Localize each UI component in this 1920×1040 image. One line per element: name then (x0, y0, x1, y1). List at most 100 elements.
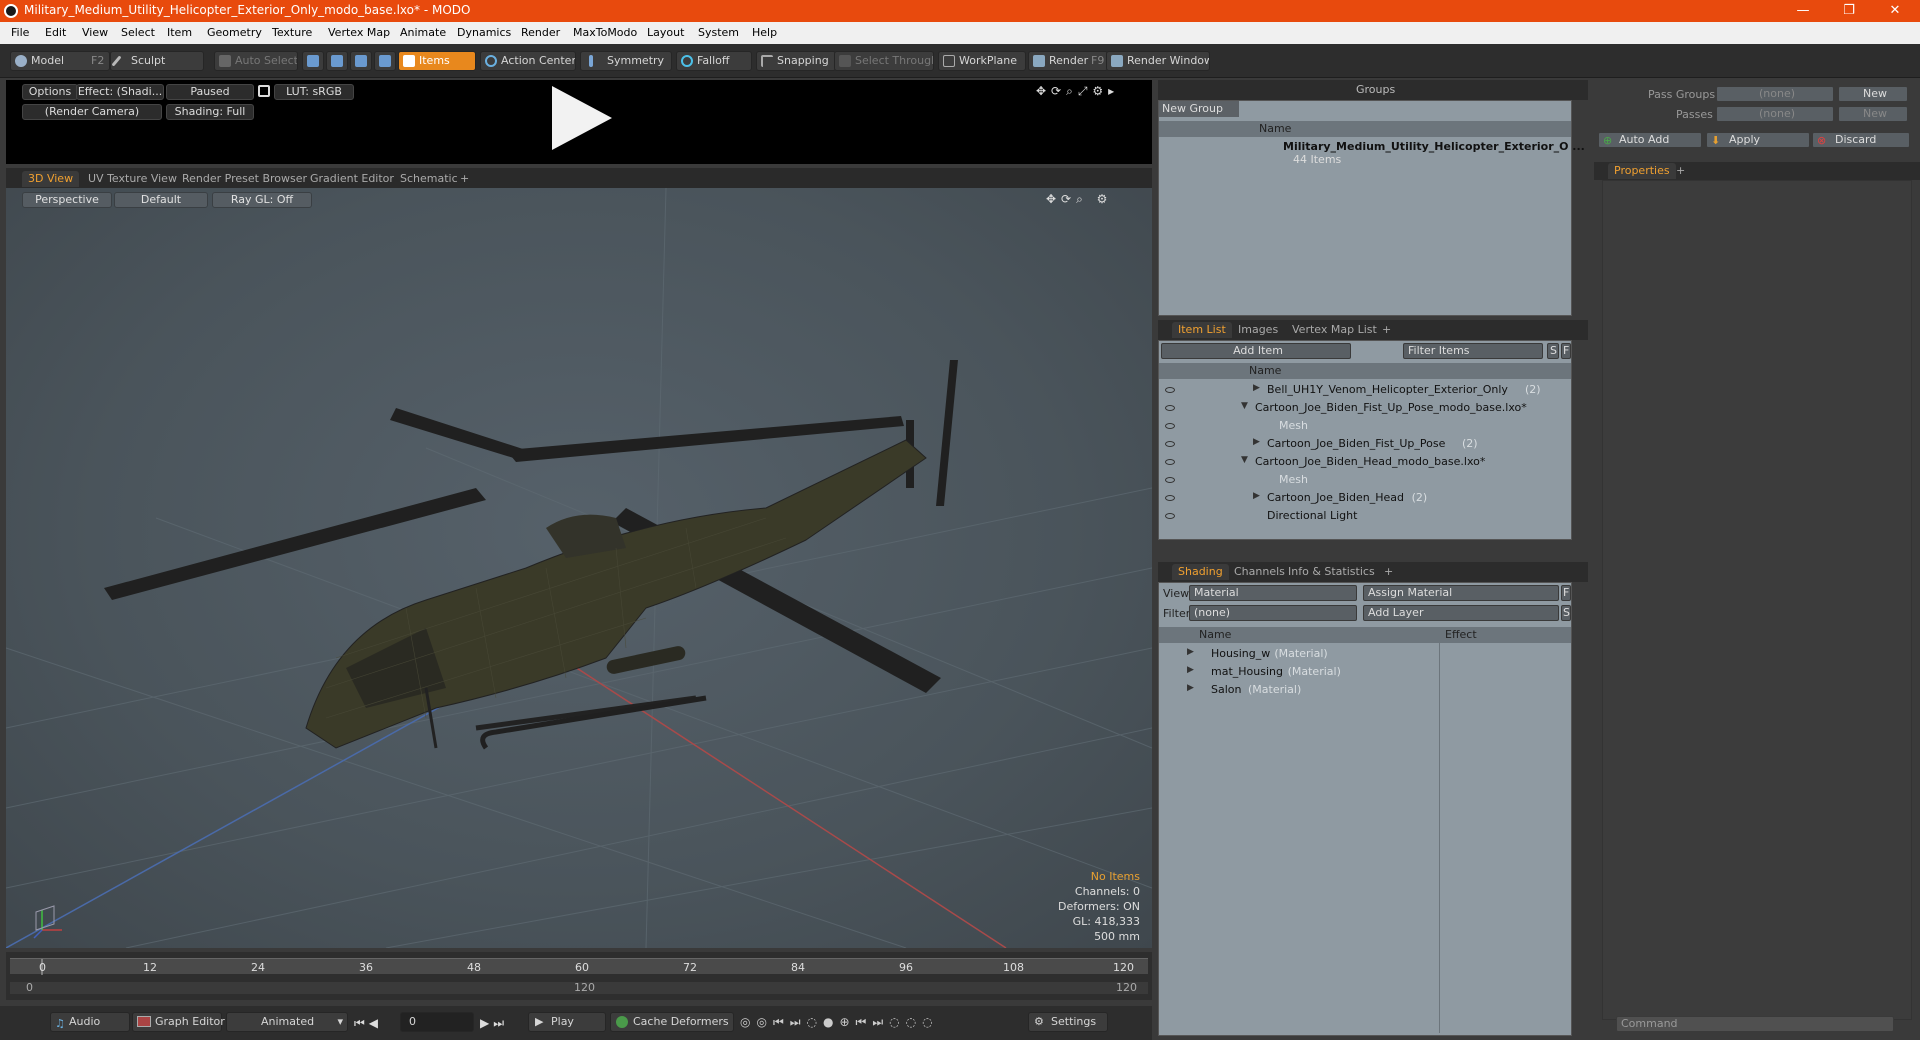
preview-options-button[interactable]: Options (22, 84, 78, 100)
tab-render-preset-browser[interactable]: Render Preset Browser (176, 171, 313, 187)
pass-groups-dropdown[interactable]: (none) (1716, 86, 1834, 102)
assign-material-button[interactable]: Assign Material (1363, 585, 1559, 601)
cache-deformers-button[interactable]: Cache Deformers (610, 1012, 734, 1032)
visibility-eye-icon[interactable] (1165, 405, 1175, 411)
symmetry-button[interactable]: Symmetry (580, 51, 672, 71)
settings-button[interactable]: ⚙ Settings (1028, 1012, 1108, 1032)
item-list-row[interactable]: Directional Light (1159, 507, 1571, 525)
tab-vertex-map-list[interactable]: Vertex Map List (1286, 322, 1383, 338)
lock-icon[interactable] (258, 85, 270, 97)
item-list-row[interactable]: ▼ Cartoon_Joe_Biden_Head_modo_base.lxo* (1159, 453, 1571, 471)
expand-down-icon[interactable]: ▼ (1241, 401, 1248, 411)
shading-row[interactable]: ▶ Housing_w (Material) (1159, 645, 1571, 663)
minimize-button[interactable]: — (1780, 1, 1826, 21)
item-list-row[interactable]: Mesh (1159, 471, 1571, 489)
shading-row[interactable]: ▶ mat_Housing (Material) (1159, 663, 1571, 681)
lut-dropdown[interactable]: LUT: sRGB (274, 84, 354, 100)
preview-paused-button[interactable]: Paused (166, 84, 254, 100)
auto-add-button[interactable]: ⊕ Auto Add (1598, 132, 1702, 148)
animated-dropdown[interactable]: Animated ▾ (226, 1012, 348, 1032)
menu-select[interactable]: Select (121, 26, 155, 39)
menu-maxtomodo[interactable]: MaxToModo (573, 26, 637, 39)
menu-render[interactable]: Render (521, 26, 560, 39)
add-tab-button[interactable]: + (1378, 564, 1399, 580)
tab-info-statistics[interactable]: Info & Statistics (1282, 564, 1381, 580)
expand-right-icon[interactable]: ▶ (1253, 491, 1260, 501)
visibility-eye-icon[interactable] (1165, 459, 1175, 465)
add-tab-button[interactable]: + (1670, 163, 1691, 179)
preview-effect-dropdown[interactable]: Effect: (Shadi... (76, 84, 164, 100)
frame-field[interactable]: 0 (400, 1012, 474, 1032)
timeline[interactable]: 0 12 24 36 48 60 72 84 96 108 120 0 120 … (6, 952, 1152, 1000)
new-pass-button[interactable]: New (1838, 106, 1908, 122)
tab-3d-view[interactable]: 3D View (22, 171, 80, 187)
visibility-eye-icon[interactable] (1165, 423, 1175, 429)
tab-item-list[interactable]: Item List (1172, 322, 1232, 338)
visibility-eye-icon[interactable] (1165, 441, 1175, 447)
tab-uv-texture-view[interactable]: UV Texture View (82, 171, 183, 187)
render-camera-dropdown[interactable]: (Render Camera) (22, 104, 162, 120)
edges-mode-button[interactable] (326, 51, 348, 71)
menu-texture[interactable]: Texture (272, 26, 312, 39)
preview-view-controls[interactable]: ✥⟳⌕⤢⚙▸ (1036, 84, 1146, 98)
timeline-range-bar[interactable]: 0 120 120 (10, 981, 1148, 994)
menu-edit[interactable]: Edit (45, 26, 66, 39)
next-key-controls[interactable]: ▶⏭ (480, 1016, 508, 1031)
command-input[interactable]: Command (1616, 1016, 1894, 1032)
model-mode-button[interactable]: Model F2 (10, 51, 110, 71)
materials-mode-button[interactable] (374, 51, 396, 71)
falloff-button[interactable]: Falloff (676, 51, 752, 71)
item-list-row[interactable]: ▶ Bell_UH1Y_Venom_Helicopter_Exterior_Onl… (1159, 381, 1571, 399)
3d-viewport[interactable]: Perspective Default Ray GL: Off ✥⟳⌕ ⚙ No… (6, 188, 1152, 948)
render-window-button[interactable]: Render Window (1106, 51, 1210, 71)
visibility-eye-icon[interactable] (1165, 387, 1175, 393)
item-list-row[interactable]: ▶ Cartoon_Joe_Biden_Head (2) (1159, 489, 1571, 507)
close-button[interactable]: ✕ (1872, 1, 1918, 21)
graph-editor-button[interactable]: Graph Editor (132, 1012, 225, 1032)
add-tab-button[interactable]: + (1376, 322, 1397, 338)
tab-shading[interactable]: Shading (1172, 564, 1229, 580)
expand-right-icon[interactable]: ▶ (1187, 683, 1194, 693)
menu-layout[interactable]: Layout (647, 26, 684, 39)
expand-right-icon[interactable]: ▶ (1253, 383, 1260, 393)
expand-right-icon[interactable]: ▶ (1187, 647, 1194, 657)
item-list-row[interactable]: ▼ Cartoon_Joe_Biden_Fist_Up_Pose_modo_bas… (1159, 399, 1571, 417)
menu-geometry[interactable]: Geometry (207, 26, 262, 39)
expand-right-icon[interactable]: ▶ (1187, 665, 1194, 675)
f-toggle[interactable]: F (1561, 585, 1571, 601)
menu-dynamics[interactable]: Dynamics (457, 26, 511, 39)
key-tools-icons[interactable]: ◎◎⏮⏭◌●⊕⏮⏭◌◌◌ (740, 1015, 939, 1030)
add-layer-dropdown[interactable]: Add Layer (1363, 605, 1559, 621)
timeline-ruler[interactable]: 0 12 24 36 48 60 72 84 96 108 120 (10, 958, 1148, 975)
tab-gradient-editor[interactable]: Gradient Editor (304, 171, 400, 187)
auto-select-button[interactable]: Auto Select (214, 51, 298, 71)
menu-vertex-map[interactable]: Vertex Map (328, 26, 390, 39)
shading-dropdown[interactable]: Shading: Full (166, 104, 254, 120)
menu-animate[interactable]: Animate (400, 26, 446, 39)
s-toggle[interactable]: S (1561, 605, 1571, 621)
add-tab-button[interactable]: + (454, 171, 475, 187)
restore-button[interactable]: ❐ (1826, 1, 1872, 21)
play-preview-icon[interactable] (552, 86, 612, 150)
workplane-button[interactable]: WorkPlane (938, 51, 1026, 71)
visibility-eye-icon[interactable] (1165, 477, 1175, 483)
item-list-row[interactable]: Mesh (1159, 417, 1571, 435)
visibility-eye-icon[interactable] (1165, 495, 1175, 501)
polygons-mode-button[interactable] (350, 51, 372, 71)
expand-right-icon[interactable]: ▶ (1253, 437, 1260, 447)
group-row[interactable]: Military_Medium_Utility_Helicopter_Exter… (1159, 137, 1585, 167)
audio-button[interactable]: ♫ Audio (50, 1012, 130, 1032)
snapping-button[interactable]: Snapping (756, 51, 836, 71)
apply-button[interactable]: ⬇ Apply (1706, 132, 1810, 148)
action-center-button[interactable]: Action Center (480, 51, 576, 71)
menu-system[interactable]: System (698, 26, 739, 39)
render-button[interactable]: Render F9 (1028, 51, 1108, 71)
item-list-row[interactable]: ▶ Cartoon_Joe_Biden_Fist_Up_Pose (2) (1159, 435, 1571, 453)
select-through-button[interactable]: Select Through (834, 51, 934, 71)
items-mode-button[interactable]: Items (398, 51, 476, 71)
menu-file[interactable]: File (11, 26, 29, 39)
play-button[interactable]: ▶ Play (528, 1012, 606, 1032)
new-pass-group-button[interactable]: New (1838, 86, 1908, 102)
new-group-button[interactable]: New Group (1159, 101, 1239, 117)
filter-dropdown[interactable]: (none) (1189, 605, 1357, 621)
